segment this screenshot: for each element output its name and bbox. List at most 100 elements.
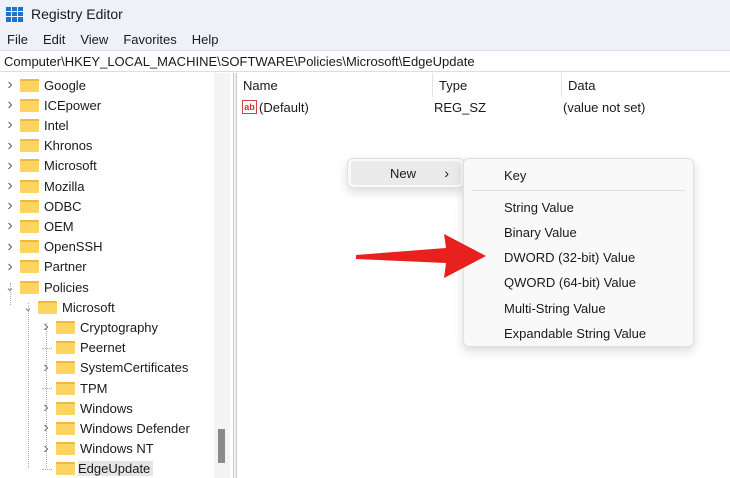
window-title: Registry Editor: [31, 6, 123, 22]
folder-icon: [20, 219, 39, 233]
chevron-right-icon[interactable]: ›: [4, 137, 16, 155]
tree-node-label: ICEpower: [44, 97, 102, 113]
folder-icon: [20, 179, 39, 193]
tree-node[interactable]: ⌄ Policies: [4, 277, 88, 297]
tree-node[interactable]: › Google: [4, 75, 86, 95]
tree-node[interactable]: › Microsoft: [4, 156, 97, 176]
tree-node-label: EdgeUpdate: [78, 461, 154, 477]
tree-connector: [42, 388, 52, 389]
folder-icon: [38, 300, 57, 314]
tree-node-label: SystemCertificates: [80, 360, 189, 376]
title-bar: Registry Editor: [0, 0, 730, 28]
folder-icon: [56, 462, 75, 476]
folder-icon: [20, 139, 39, 153]
chevron-right-icon[interactable]: ›: [4, 217, 16, 235]
tree-node-label: Partner: [44, 259, 87, 275]
tree-node[interactable]: › OpenSSH: [4, 237, 102, 257]
submenu-item[interactable]: Expandable String Value: [464, 321, 693, 345]
tree-node[interactable]: › Intel: [4, 115, 68, 135]
folder-icon: [56, 401, 75, 415]
value-name: (Default): [259, 99, 309, 115]
folder-icon: [20, 199, 39, 213]
chevron-right-icon[interactable]: ›: [4, 177, 16, 195]
value-type: REG_SZ: [434, 99, 487, 115]
tree-node-label: Mozilla: [44, 178, 85, 194]
context-menu: New ›: [347, 158, 465, 188]
tree-node-label: Windows NT: [80, 441, 154, 457]
tree-node[interactable]: › Windows NT: [40, 439, 154, 459]
chevron-right-icon[interactable]: ›: [4, 76, 16, 94]
chevron-right-icon[interactable]: ›: [4, 238, 16, 256]
registry-editor-icon: [6, 6, 23, 22]
chevron-right-icon[interactable]: ›: [4, 197, 16, 215]
tree-node[interactable]: › Partner: [4, 257, 87, 277]
tree-node[interactable]: › Khronos: [4, 136, 92, 156]
menu-file[interactable]: File: [7, 32, 28, 47]
tree-node[interactable]: ⌄ Microsoft: [22, 297, 115, 317]
tree-node[interactable]: › OEM: [4, 216, 74, 236]
submenu-item[interactable]: QWORD (64-bit) Value: [464, 270, 693, 294]
submenu-item[interactable]: Binary Value: [464, 220, 693, 244]
column-type[interactable]: Type: [433, 73, 562, 97]
submenu-item[interactable]: Multi-String Value: [464, 296, 693, 320]
folder-icon: [20, 240, 39, 254]
tree-node[interactable]: › SystemCertificates: [40, 358, 188, 378]
value-data: (value not set): [563, 99, 646, 115]
registry-tree: › Google › ICEpower › Intel › Khronos › Microsoft…: [0, 73, 232, 478]
tree-node-label: Peernet: [80, 340, 126, 356]
tree-scrollbar[interactable]: [214, 73, 230, 478]
tree-node-label: Google: [44, 77, 86, 93]
submenu-item[interactable]: DWORD (32-bit) Value: [464, 245, 693, 269]
folder-icon: [20, 280, 39, 294]
tree-node-label: Khronos: [44, 138, 93, 154]
menu-favorites[interactable]: Favorites: [123, 32, 176, 47]
tree-node-label: Microsoft: [44, 158, 97, 174]
submenu-item[interactable]: Key: [464, 163, 693, 187]
tree-node-label: OEM: [44, 218, 74, 234]
folder-icon: [56, 381, 75, 395]
folder-icon: [56, 442, 75, 456]
scrollbar-thumb[interactable]: [218, 429, 225, 463]
tree-node[interactable]: › ODBC: [4, 196, 82, 216]
chevron-right-icon[interactable]: ›: [4, 258, 16, 276]
address-bar[interactable]: Computer\HKEY_LOCAL_MACHINE\SOFTWARE\Pol…: [0, 50, 730, 72]
tree-node[interactable]: › Windows: [40, 398, 133, 418]
menu-help[interactable]: Help: [192, 32, 219, 47]
menu-bar: File Edit View Favorites Help: [0, 28, 730, 50]
value-row[interactable]: ab (Default) REG_SZ (value not set): [237, 97, 730, 117]
tree-guide-line: [28, 303, 29, 468]
column-data[interactable]: Data: [562, 73, 722, 97]
tree-node-label: TPM: [80, 380, 108, 396]
menu-item-new[interactable]: New ›: [351, 161, 461, 185]
string-value-icon: ab: [242, 100, 257, 114]
column-name[interactable]: Name: [237, 73, 433, 97]
tree-node[interactable]: › ICEpower: [4, 95, 101, 115]
tree-node[interactable]: Peernet: [40, 338, 126, 358]
tree-node-label: ODBC: [44, 198, 82, 214]
tree-node[interactable]: EdgeUpdate: [40, 459, 154, 478]
tree-connector: [42, 347, 52, 349]
tree-node-label: Cryptography: [80, 319, 159, 335]
tree-node[interactable]: › Cryptography: [40, 317, 158, 337]
folder-icon: [56, 361, 75, 375]
folder-icon: [20, 118, 39, 132]
menu-edit[interactable]: Edit: [43, 32, 65, 47]
tree-node-label: Windows Defender: [80, 420, 190, 436]
tree-guide-line: [46, 323, 47, 468]
tree-guide-line: [10, 283, 11, 305]
tree-node-label: Microsoft: [62, 299, 115, 315]
folder-icon: [56, 421, 75, 435]
folder-icon: [56, 320, 75, 334]
tree-node-label: Windows: [80, 400, 133, 416]
chevron-right-icon[interactable]: ›: [4, 116, 16, 134]
tree-connector: [42, 468, 52, 470]
chevron-right-icon[interactable]: ›: [4, 157, 16, 175]
chevron-right-icon: ›: [444, 165, 449, 181]
tree-node[interactable]: › Windows Defender: [40, 418, 190, 438]
tree-node[interactable]: › Mozilla: [4, 176, 84, 196]
chevron-right-icon[interactable]: ›: [4, 96, 16, 114]
folder-icon: [56, 341, 75, 355]
submenu-item[interactable]: String Value: [464, 195, 693, 219]
red-arrow-annotation: [356, 234, 486, 278]
menu-view[interactable]: View: [80, 32, 108, 47]
